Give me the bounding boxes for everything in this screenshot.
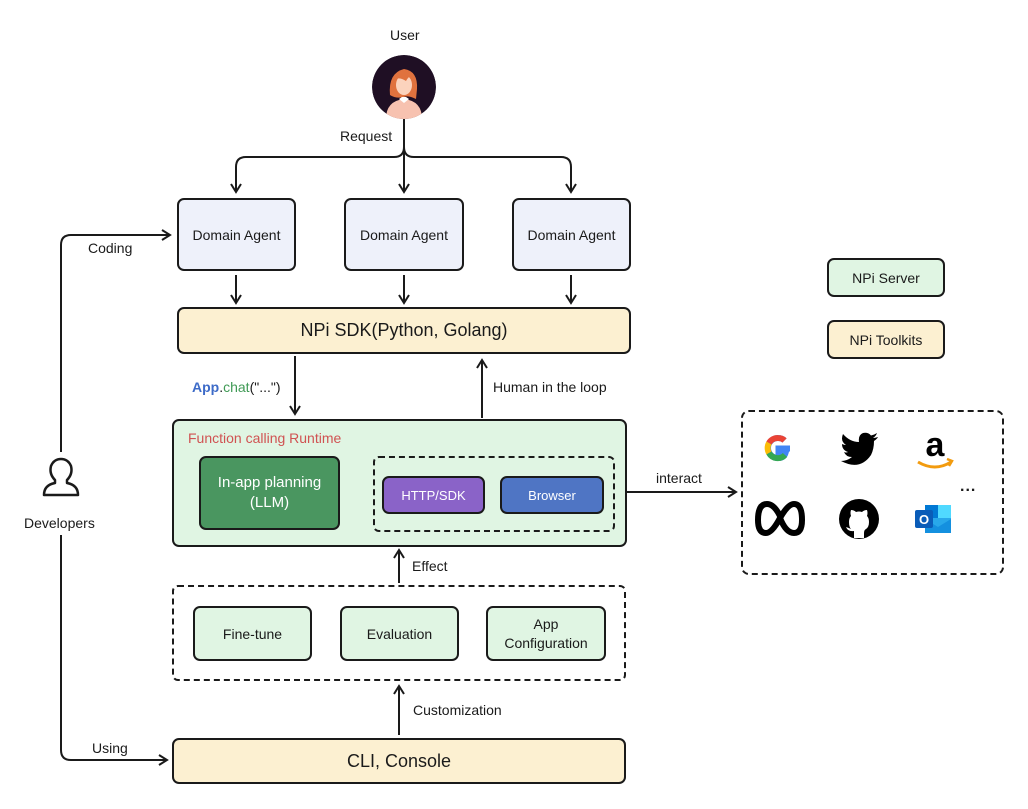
legend-npi-server: NPi Server [827,258,945,297]
using-label: Using [92,740,128,756]
more-integrations: ... [960,478,977,495]
in-app-planning-box[interactable]: In-app planning (LLM) [199,456,340,530]
domain-agent-label: Domain Agent [360,226,448,243]
developer-person-icon [40,456,82,498]
browser-label: Browser [528,487,576,503]
interact-label: interact [656,470,702,486]
http-sdk-box[interactable]: HTTP/SDK [382,476,485,514]
legend-npi-toolkits: NPi Toolkits [827,320,945,359]
fine-tune-label: Fine-tune [222,625,283,642]
outlook-icon[interactable]: O [915,503,953,535]
coding-label: Coding [88,240,133,256]
developers-label: Developers [24,515,95,531]
browser-box[interactable]: Browser [500,476,604,514]
domain-agent-3[interactable]: Domain Agent [512,198,631,271]
runtime-title: Function calling Runtime [188,430,342,446]
npi-sdk-box[interactable]: NPi SDK(Python, Golang) [177,307,631,354]
app-config-label-line2: Configuration [504,634,588,651]
user-avatar-icon [372,55,436,119]
request-line-left [230,146,405,194]
cli-console-label: CLI, Console [346,750,452,771]
twitter-icon[interactable] [840,431,880,467]
app-chat-label: App.chat("...") [192,379,281,395]
amazon-icon[interactable]: a [914,426,956,472]
domain-agent-label: Domain Agent [192,226,281,243]
chat-token: chat [223,379,250,395]
evaluation-box[interactable]: Evaluation [340,606,459,661]
legend-label: NPi Server [852,269,920,286]
planner-label-line2: (LLM) [249,494,290,511]
customization-label: Customization [413,702,502,718]
google-icon[interactable] [761,431,795,465]
effect-label: Effect [412,558,448,574]
cli-console-box[interactable]: CLI, Console [172,738,626,784]
domain-agent-2[interactable]: Domain Agent [344,198,464,271]
app-configuration-box[interactable]: App Configuration [486,606,606,661]
evaluation-label: Evaluation [366,625,433,642]
args-token: ("...") [249,379,281,395]
github-icon[interactable] [838,498,880,540]
domain-agent-1[interactable]: Domain Agent [177,198,296,271]
user-label: User [390,27,420,43]
svg-text:O: O [919,512,929,527]
meta-icon[interactable] [754,500,806,538]
app-token: App [192,379,220,395]
svg-text:a: a [926,428,946,464]
app-config-label-line1: App [533,615,559,632]
http-sdk-label: HTTP/SDK [401,487,466,503]
npi-sdk-label: NPi SDK(Python, Golang) [300,320,508,340]
using-line [60,535,169,766]
request-label: Request [340,128,393,144]
coding-line [60,229,172,452]
planner-label-line1: In-app planning [217,474,322,491]
domain-agent-label: Domain Agent [527,226,616,243]
fine-tune-box[interactable]: Fine-tune [193,606,312,661]
human-loop-label: Human in the loop [493,379,607,395]
legend-label: NPi Toolkits [849,331,923,348]
request-line-right [403,146,577,194]
connectors [60,118,738,766]
